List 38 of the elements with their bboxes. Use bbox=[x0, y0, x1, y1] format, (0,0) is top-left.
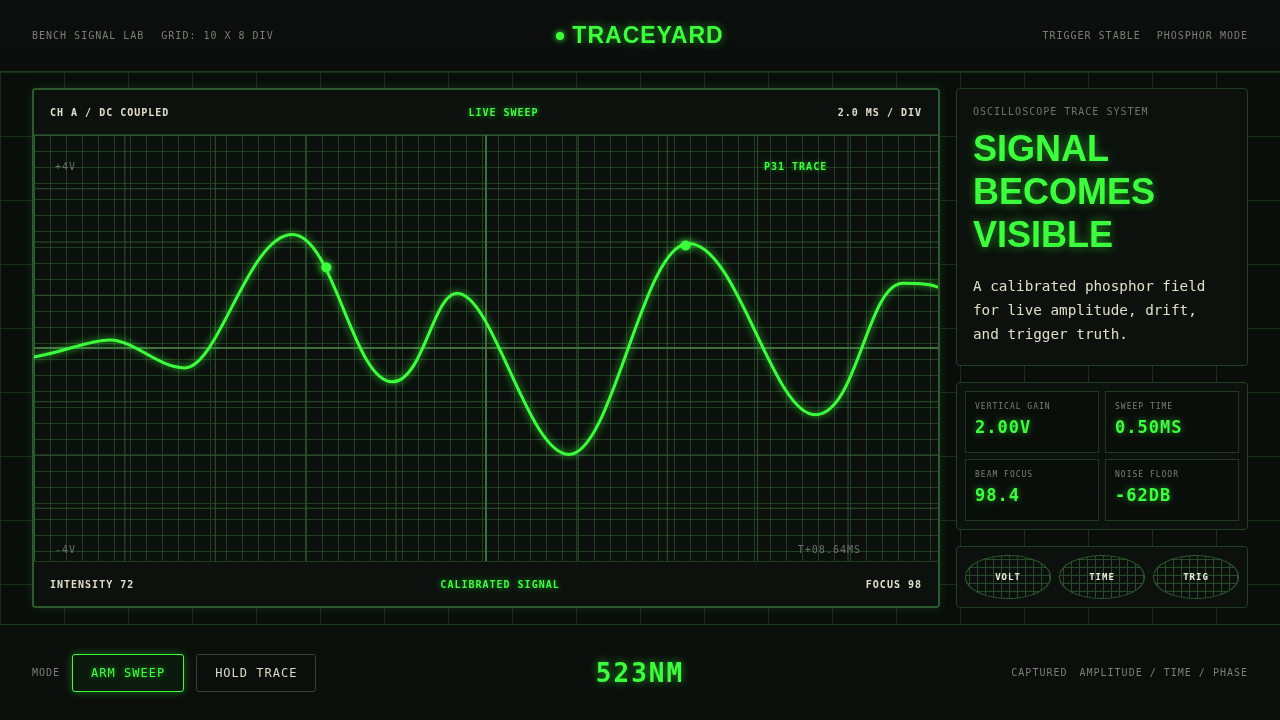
eyebrow-label: OSCILLOSCOPE TRACE SYSTEM bbox=[973, 106, 1149, 117]
headline: SIGNAL BECOMES VISIBLE bbox=[973, 127, 1157, 256]
readout-value: 98.4 bbox=[975, 485, 1021, 505]
readout-label: VERTICAL GAIN bbox=[975, 402, 1052, 411]
timebase-label: 2.0 MS / DIV bbox=[837, 106, 922, 118]
calibration-status: CALIBRATED SIGNAL bbox=[440, 578, 560, 590]
dial-button[interactable]: TRIG bbox=[1153, 555, 1239, 599]
description-text: A calibrated phosphor field for live amplitude, drift, and trigger truth. bbox=[973, 277, 1207, 344]
trace-marker-icon bbox=[321, 262, 332, 273]
wavelength-readout: 523NM bbox=[595, 657, 685, 688]
intensity-label: INTENSITY 72 bbox=[50, 578, 135, 590]
readout-value: -62DB bbox=[1115, 485, 1173, 505]
focus-label: FOCUS 98 bbox=[865, 578, 922, 590]
readout-value: 2.00V bbox=[975, 417, 1033, 437]
header-label: PHOSPHOR MODE bbox=[1156, 30, 1248, 41]
dial-button[interactable]: VOLT bbox=[965, 555, 1051, 599]
header-label: GRID: 10 X 8 DIV bbox=[161, 30, 274, 41]
readout-label: NOISE FLOOR bbox=[1115, 470, 1180, 479]
dial-button[interactable]: TIME bbox=[1059, 555, 1145, 599]
footer-label: AMPLITUDE / TIME / PHASE bbox=[1079, 667, 1248, 678]
brand-logo: TRACEYARD bbox=[572, 22, 724, 49]
time-offset-label: T+08.64MS bbox=[797, 544, 861, 555]
mode-button[interactable]: ARM SWEEP bbox=[72, 653, 185, 692]
footer-label: CAPTURED bbox=[1011, 667, 1068, 678]
status-dot-icon bbox=[556, 31, 565, 40]
channel-label: CH A / DC COUPLED bbox=[50, 106, 170, 118]
voltage-label: -4V bbox=[55, 544, 77, 555]
header-label: TRIGGER STABLE bbox=[1042, 30, 1141, 41]
header-label: BENCH SIGNAL LAB bbox=[32, 30, 145, 41]
mode-button[interactable]: HOLD TRACE bbox=[196, 653, 317, 692]
readout-value: 0.50MS bbox=[1115, 417, 1184, 437]
trace-marker-icon bbox=[680, 240, 691, 251]
voltage-label: +4V bbox=[55, 161, 77, 172]
trace-name-label: P31 TRACE bbox=[764, 161, 828, 172]
readout-label: SWEEP TIME bbox=[1115, 402, 1175, 411]
sweep-status: LIVE SWEEP bbox=[468, 106, 539, 118]
mode-label: MODE bbox=[32, 667, 61, 678]
readout-label: BEAM FOCUS bbox=[975, 470, 1035, 479]
